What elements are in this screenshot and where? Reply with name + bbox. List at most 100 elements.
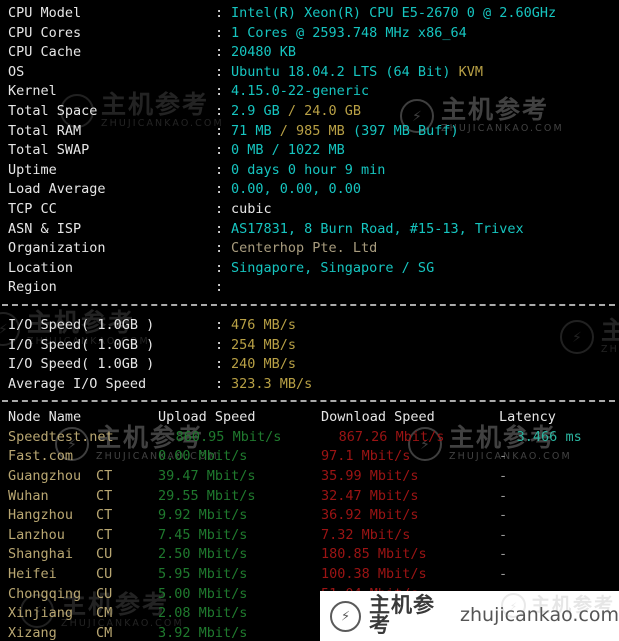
cell-isp: CT (96, 487, 113, 504)
io-colon: : (215, 356, 224, 373)
cell-upload-speed: 9.92 Mbit/s (158, 507, 248, 524)
cell-latency: - (499, 448, 508, 465)
info-value: 71 MB / 985 MB (397 MB Buff) (231, 122, 459, 142)
info-value: 0 MB / 1022 MB (231, 141, 345, 161)
info-value-segment: 0 days 0 hour 9 min (231, 161, 386, 178)
info-value-segment: AS17831, 8 Burn Road, #15-13, Trivex (231, 220, 524, 237)
cell-isp: CT (96, 468, 113, 485)
info-colon: : (215, 161, 224, 178)
cell-node-name: Xinjiang (8, 605, 74, 622)
info-label: Uptime (8, 161, 57, 178)
cell-download-speed: 97.1 Mbit/s (321, 448, 411, 465)
info-label: Load Average (8, 181, 106, 198)
io-value: 240 MB/s (231, 356, 297, 373)
cell-node-name: Hangzhou (8, 507, 74, 524)
banner-ghost-chinese-text: 主机参考 (530, 593, 615, 616)
info-value-segment: (397 MB Buff) (352, 122, 459, 139)
cell-node-name: Speedtest.net (8, 428, 114, 445)
cell-download-speed: 180.85 Mbit/s (321, 546, 427, 563)
info-row: Kernel:4.15.0-22-generic (8, 82, 619, 102)
cell-download-speed: 867.26 Mbit/s (338, 428, 445, 445)
cell-latency: - (499, 507, 508, 524)
info-row: CPU Cores:1 Cores @ 2593.748 MHz x86_64 (8, 24, 619, 44)
info-colon: : (215, 142, 224, 159)
cell-upload-speed: 39.47 Mbit/s (158, 468, 256, 485)
table-row: Shanghai CU 2.50 Mbit/s 180.85 Mbit/s - (8, 545, 619, 565)
info-value: Centerhop Pte. Ltd (231, 239, 377, 259)
cell-upload-speed: 2.08 Mbit/s (158, 605, 248, 622)
io-colon: : (215, 336, 224, 353)
cell-node-name: Wuhan (8, 487, 49, 504)
info-value: Ubuntu 18.04.2 LTS (64 Bit) KVM (231, 63, 483, 83)
cell-isp: CU (96, 546, 113, 563)
info-value-segment: Ubuntu 18.04.2 LTS (64 Bit) (231, 63, 459, 80)
info-value: 4.15.0-22-generic (231, 82, 369, 102)
cell-isp: CU (96, 585, 113, 602)
info-value-segment: / 985 MB (279, 122, 353, 139)
io-label: I/O Speed( 1.0GB ) (8, 356, 155, 373)
info-label: OS (8, 63, 25, 80)
info-colon: : (215, 24, 224, 41)
info-label: Total RAM (8, 122, 82, 139)
info-label: Organization (8, 240, 106, 257)
io-label: I/O Speed( 1.0GB ) (8, 336, 155, 353)
cell-isp: CM (96, 605, 113, 622)
io-row: Average I/O Speed:323.3 MB/s (8, 375, 619, 395)
info-value: Intel(R) Xeon(R) CPU E5-2670 0 @ 2.60GHz (231, 4, 556, 24)
separator-line (2, 303, 615, 306)
cell-isp: CM (96, 624, 113, 641)
table-row: Fast.com 0.00 Mbit/s 97.1 Mbit/s - (8, 447, 619, 467)
info-row: Total Space:2.9 GB / 24.0 GB (8, 102, 619, 122)
info-row: Load Average:0.00, 0.00, 0.00 (8, 180, 619, 200)
info-value: 0.00, 0.00, 0.00 (231, 180, 361, 200)
info-value: 2.9 GB / 24.0 GB (231, 102, 361, 122)
table-row: Wuhan CT 29.55 Mbit/s 32.47 Mbit/s - (8, 487, 619, 507)
info-label: Total SWAP (8, 142, 90, 159)
cell-node-name: Xizang (8, 624, 57, 641)
info-value-segment: cubic (231, 200, 272, 217)
info-value: Singapore, Singapore / SG (231, 259, 434, 279)
info-value: 20480 KB (231, 43, 296, 63)
info-label: TCP CC (8, 200, 57, 217)
cell-download-speed: 7.32 Mbit/s (321, 526, 411, 543)
info-colon: : (215, 240, 224, 257)
banner-ghost-watermark: 主机参考 (500, 593, 615, 618)
info-label: CPU Cores (8, 24, 82, 41)
io-colon: : (215, 316, 224, 333)
cell-upload-speed: 7.45 Mbit/s (158, 526, 248, 543)
cell-latency: - (499, 546, 508, 563)
cell-latency: - (499, 468, 508, 485)
cell-upload-speed: 5.00 Mbit/s (158, 585, 248, 602)
cell-latency: - (499, 566, 508, 583)
info-value-segment: 20480 KB (231, 44, 297, 61)
table-row: Guangzhou CT 39.47 Mbit/s 35.99 Mbit/s - (8, 467, 619, 487)
info-label: Location (8, 259, 74, 276)
lightning-circle-icon (500, 593, 526, 618)
info-colon: : (215, 5, 224, 21)
speedtest-header-row: Node Name Upload Speed Download Speed Laten… (8, 408, 619, 428)
info-value-segment: Intel(R) Xeon(R) CPU E5-2670 0 @ 2.60GHz (231, 5, 557, 21)
cell-isp: CT (96, 526, 113, 543)
info-row: OS: Ubuntu 18.04.2 LTS (64 Bit) KVM (8, 63, 619, 83)
info-colon: : (215, 200, 224, 217)
io-row: I/O Speed( 1.0GB ):254 MB/s (8, 336, 619, 356)
info-row: Uptime:0 days 0 hour 9 min (8, 161, 619, 181)
info-value: 0 days 0 hour 9 min (231, 161, 385, 181)
table-row: Lanzhou CT 7.45 Mbit/s 7.32 Mbit/s - (8, 526, 619, 546)
cell-isp: CU (96, 566, 113, 583)
info-colon: : (215, 259, 224, 276)
info-value-segment: Singapore, Singapore / SG (231, 259, 435, 276)
column-header-upload: Upload Speed (158, 409, 256, 426)
system-info-block: CPU Model: Intel(R) Xeon(R) CPU E5-2670 0… (0, 0, 619, 298)
info-value-segment: 71 MB (231, 122, 280, 139)
info-label: CPU Model (8, 5, 82, 21)
info-row: TCP CC: cubic (8, 200, 619, 220)
cell-upload-speed: 2.50 Mbit/s (158, 546, 248, 563)
info-colon: : (215, 63, 224, 80)
info-value-segment: / 24.0 GB (287, 102, 362, 119)
info-value: 1 Cores @ 2593.748 MHz x86_64 (231, 24, 467, 44)
table-row: Hangzhou CT 9.92 Mbit/s 36.92 Mbit/s - (8, 506, 619, 526)
info-label: ASN & ISP (8, 220, 82, 237)
info-value: AS17831, 8 Burn Road, #15-13, Trivex (231, 220, 524, 240)
info-label: Total Space (8, 102, 98, 119)
